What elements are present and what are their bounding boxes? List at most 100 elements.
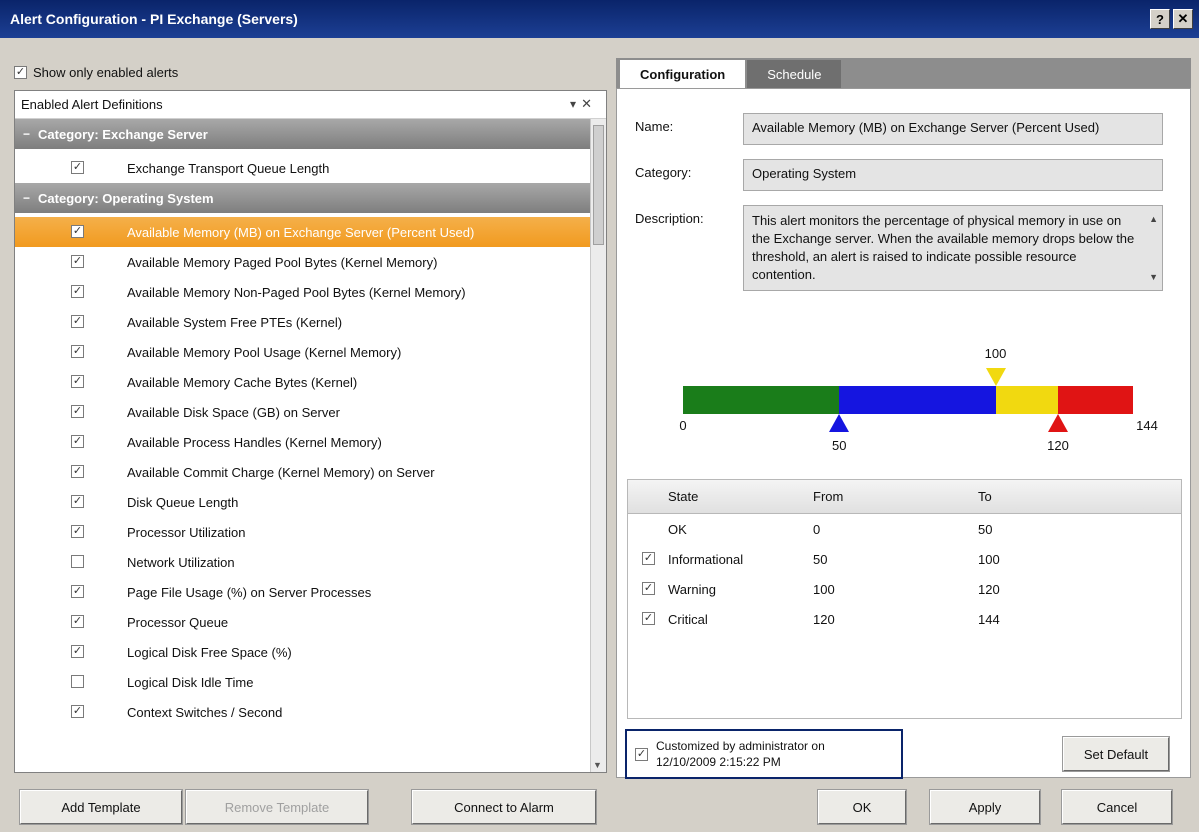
tree-item-label: Available Memory Paged Pool Bytes (Kerne… — [127, 254, 438, 270]
tree-item[interactable]: ✓ Available Memory Paged Pool Bytes (Kern… — [15, 247, 590, 277]
close-button[interactable]: ✕ — [1173, 9, 1193, 29]
item-checkbox[interactable]: ✓ — [71, 161, 84, 174]
cell-from[interactable]: 100 — [813, 574, 835, 604]
collapse-icon[interactable]: − — [23, 127, 30, 141]
row-checkbox[interactable]: ✓ — [642, 582, 655, 595]
item-checkbox[interactable]: ✓ — [71, 405, 84, 418]
item-checkbox[interactable]: ✓ — [71, 435, 84, 448]
pin-icon[interactable]: ▾ — [570, 97, 576, 111]
tree-item-label: Processor Utilization — [127, 524, 246, 540]
scroll-down-icon[interactable]: ▼ — [1149, 268, 1158, 286]
name-label: Name: — [635, 119, 674, 134]
name-field[interactable]: Available Memory (MB) on Exchange Server… — [743, 113, 1163, 145]
tree-item[interactable]: ✓ Processor Queue — [15, 607, 590, 637]
cell-state[interactable]: Warning — [668, 574, 716, 604]
scroll-up-icon[interactable]: ▲ — [1149, 210, 1158, 228]
warning-threshold-handle-icon[interactable] — [829, 414, 850, 432]
cell-from[interactable]: 120 — [813, 604, 835, 634]
tree-item[interactable]: ✓ Available Memory Non-Paged Pool Bytes (… — [15, 277, 590, 307]
tree-item[interactable]: Logical Disk Idle Time — [15, 667, 590, 697]
item-checkbox[interactable]: ✓ — [71, 585, 84, 598]
row-checkbox[interactable]: ✓ — [642, 552, 655, 565]
item-checkbox[interactable]: ✓ — [71, 345, 84, 358]
tree-item[interactable]: ✓ Available Memory Pool Usage (Kernel Mem… — [15, 337, 590, 367]
tree-header: Enabled Alert Definitions ▾ ✕ — [15, 91, 606, 119]
table-row[interactable]: ✓ Critical 120 144 — [628, 604, 1181, 634]
cell-to[interactable]: 50 — [978, 514, 992, 544]
item-checkbox[interactable]: ✓ — [71, 255, 84, 268]
ok-button[interactable]: OK — [817, 789, 907, 825]
item-checkbox[interactable]: ✓ — [71, 525, 84, 538]
apply-button[interactable]: Apply — [929, 789, 1041, 825]
item-checkbox[interactable] — [71, 675, 84, 688]
scroll-down-icon[interactable]: ▼ — [593, 760, 602, 770]
cell-from[interactable]: 0 — [813, 514, 820, 544]
tree-item[interactable]: ✓ Logical Disk Free Space (%) — [15, 637, 590, 667]
help-button[interactable]: ? — [1150, 9, 1170, 29]
item-checkbox[interactable] — [71, 555, 84, 568]
tree-item[interactable]: ✓ Page File Usage (%) on Server Processes — [15, 577, 590, 607]
tree-item[interactable]: ✓ Available Commit Charge (Kernel Memory)… — [15, 457, 590, 487]
cell-state[interactable]: Critical — [668, 604, 708, 634]
category-field[interactable]: Operating System — [743, 159, 1163, 191]
tree-item[interactable]: ✓ Exchange Transport Queue Length — [15, 153, 590, 183]
cell-state[interactable]: OK — [668, 514, 687, 544]
tree-item[interactable]: ✓ Available Memory (MB) on Exchange Serve… — [15, 217, 590, 247]
set-default-button[interactable]: Set Default — [1062, 736, 1170, 772]
show-enabled-checkbox[interactable]: ✓ — [14, 65, 27, 79]
tree-item[interactable]: ✓ Context Switches / Second — [15, 697, 590, 727]
add-template-button[interactable]: Add Template — [19, 789, 183, 825]
category-label: Category: — [635, 165, 692, 180]
table-row[interactable]: ✓ Informational 50 100 — [628, 544, 1181, 574]
customized-box[interactable]: ✓ Customized by administrator on 12/10/2… — [625, 729, 903, 779]
tab-0[interactable]: Configuration — [620, 60, 746, 88]
tree-group[interactable]: − Category: Operating System — [15, 183, 590, 213]
tree-group[interactable]: − Category: Exchange Server — [15, 119, 590, 149]
tree-item[interactable]: ✓ Processor Utilization — [15, 517, 590, 547]
description-field[interactable]: This alert monitors the percentage of ph… — [743, 205, 1163, 291]
item-checkbox[interactable]: ✓ — [71, 615, 84, 628]
tree-item-label: Logical Disk Idle Time — [127, 674, 254, 690]
cell-to[interactable]: 144 — [978, 604, 1000, 634]
item-checkbox[interactable]: ✓ — [71, 285, 84, 298]
tab-1[interactable]: Schedule — [747, 60, 842, 88]
collapse-icon[interactable]: − — [23, 191, 30, 205]
tree-item[interactable]: ✓ Disk Queue Length — [15, 487, 590, 517]
scroll-thumb[interactable] — [593, 125, 604, 245]
close-icon[interactable]: ✕ — [581, 96, 592, 112]
item-checkbox[interactable]: ✓ — [71, 465, 84, 478]
remove-template-button[interactable]: Remove Template — [185, 789, 369, 825]
tree-item[interactable]: ✓ Available Memory Cache Bytes (Kernel) — [15, 367, 590, 397]
cancel-button[interactable]: Cancel — [1061, 789, 1173, 825]
header-state[interactable]: State — [668, 480, 698, 513]
show-enabled-row[interactable]: ✓ Show only enabled alerts — [14, 60, 607, 84]
item-checkbox[interactable]: ✓ — [71, 645, 84, 658]
header-from[interactable]: From — [813, 480, 843, 513]
critical-threshold-handle-icon[interactable] — [1048, 414, 1068, 432]
table-row[interactable]: ✓ Warning 100 120 — [628, 574, 1181, 604]
cell-to[interactable]: 120 — [978, 574, 1000, 604]
table-row[interactable]: OK 0 50 — [628, 514, 1181, 544]
customized-line2: 12/10/2009 2:15:22 PM — [656, 755, 781, 769]
description-text: This alert monitors the percentage of ph… — [752, 213, 1135, 282]
connect-to-alarm-button[interactable]: Connect to Alarm — [411, 789, 597, 825]
tree-item-label: Network Utilization — [127, 554, 235, 570]
tree-item[interactable]: ✓ Available Process Handles (Kernel Memor… — [15, 427, 590, 457]
item-checkbox[interactable]: ✓ — [71, 315, 84, 328]
tree-scrollbar[interactable]: ▼ — [590, 119, 606, 772]
row-checkbox[interactable]: ✓ — [642, 612, 655, 625]
cell-from[interactable]: 50 — [813, 544, 827, 574]
alert-tree: Enabled Alert Definitions ▾ ✕ − Category:… — [14, 90, 607, 773]
tree-item[interactable]: ✓ Available System Free PTEs (Kernel) — [15, 307, 590, 337]
item-checkbox[interactable]: ✓ — [71, 495, 84, 508]
item-checkbox[interactable]: ✓ — [71, 225, 84, 238]
cell-state[interactable]: Informational — [668, 544, 743, 574]
cell-to[interactable]: 100 — [978, 544, 1000, 574]
item-checkbox[interactable]: ✓ — [71, 705, 84, 718]
item-checkbox[interactable]: ✓ — [71, 375, 84, 388]
tree-item[interactable]: ✓ Available Disk Space (GB) on Server — [15, 397, 590, 427]
customized-checkbox[interactable]: ✓ — [635, 747, 648, 761]
top-threshold-handle-icon[interactable] — [985, 368, 1006, 386]
tree-item[interactable]: Network Utilization — [15, 547, 590, 577]
header-to[interactable]: To — [978, 480, 992, 513]
